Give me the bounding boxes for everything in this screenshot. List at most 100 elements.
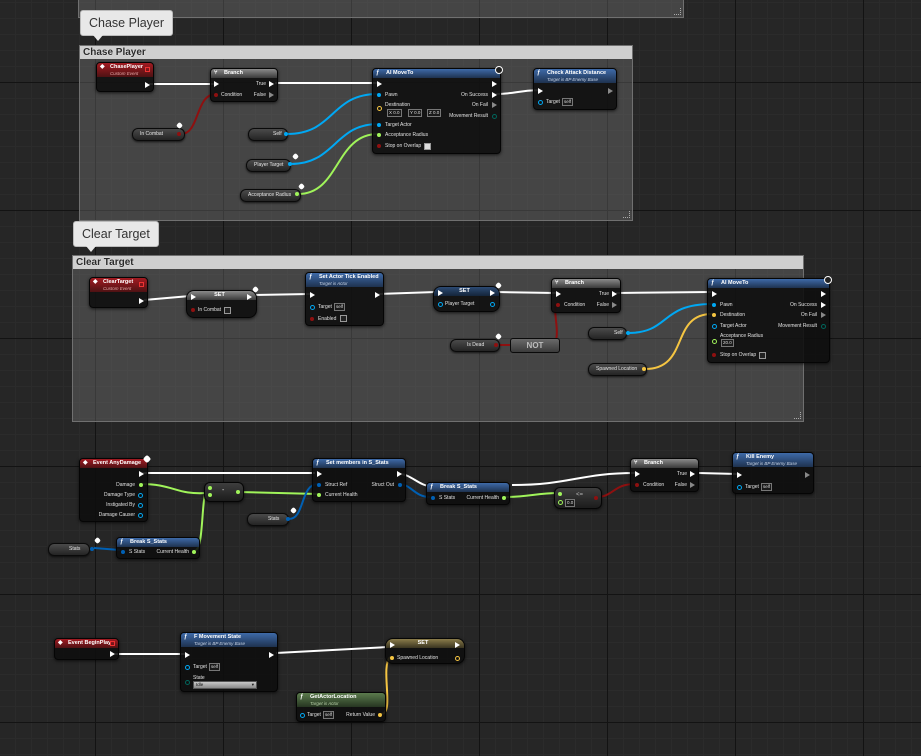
player-target-in-pin[interactable] [438,302,443,307]
node-branch-clear[interactable]: ⑂ Branch Condition True False [551,278,621,313]
enabled-checkbox[interactable] [340,315,347,322]
player-target-pin[interactable] [288,162,292,166]
is-dead-pin[interactable] [494,343,498,347]
target-pin[interactable] [185,665,190,670]
exec-out-pin[interactable] [490,290,495,296]
var-spawned-location[interactable]: Spawned Location [588,363,647,376]
node-subtract[interactable]: - [204,482,244,502]
var-stats-2[interactable]: Stats [247,513,289,526]
b-pin[interactable] [558,500,563,505]
s-stats-pin[interactable] [121,550,125,554]
destination-pin[interactable] [712,313,716,317]
destination-y-field[interactable]: Y 0.0 [408,109,423,117]
exec-in-pin[interactable] [737,472,742,478]
node-chaseplayer-event[interactable]: ◆ ChasePlayer Custom Event [96,62,154,92]
node-check-attack-distance[interactable]: ƒ Check Attack Distance Target is BP Enemy… [533,68,617,110]
target-pin[interactable] [300,713,305,718]
exec-out-pin[interactable] [805,472,810,478]
target-actor-pin[interactable] [712,324,717,329]
delegate-pin[interactable] [139,282,144,287]
stats-pin[interactable] [286,517,290,521]
node-set-members-stats[interactable]: ƒ Set members in S_Stats Struct Ref Struc… [312,458,406,502]
node-branch-chase[interactable]: ⑂ Branch Condition True False [210,68,278,102]
node-set-actor-tick-enabled[interactable]: ƒ Set Actor Tick Enabled Target is Actor T… [305,272,384,326]
struct-ref-pin[interactable] [317,483,321,487]
acceptance-radius-pin[interactable] [295,192,299,196]
target-actor-pin[interactable] [377,123,381,127]
node-get-actor-location[interactable]: ƒ GetActorLocation Target is Actor Target … [296,692,386,722]
var-player-target[interactable]: Player Target [246,159,291,172]
enabled-pin[interactable] [310,317,314,321]
node-break-stats-2[interactable]: ƒ Break S_Stats S Stats Current Health [426,482,510,505]
exec-in-pin[interactable] [191,294,196,300]
exec-in-pin[interactable] [538,88,543,94]
delegate-pin[interactable] [110,641,115,646]
acceptance-radius-field[interactable]: 20.0 [721,339,734,347]
condition-pin[interactable] [214,93,218,97]
target-pin[interactable] [310,305,315,310]
exec-in-pin[interactable] [438,290,443,296]
node-branch-damage[interactable]: ⑂ Branch Condition True False [630,458,699,492]
exec-out-pin[interactable] [397,471,402,477]
spawned-location-in-pin[interactable] [390,656,394,660]
damage-causer-pin[interactable] [138,513,143,518]
movement-result-pin[interactable] [492,114,497,119]
a-pin[interactable] [558,492,562,496]
true-exec-pin[interactable] [612,291,617,297]
node-event-begin-play[interactable]: ◆ Event BeginPlay [54,638,119,660]
exec-out-pin[interactable] [145,82,150,88]
node-set-player-target[interactable]: SET Player Target [433,281,503,312]
exec-in-pin[interactable] [556,291,561,297]
damage-type-pin[interactable] [138,493,143,498]
on-fail-pin[interactable] [492,102,497,108]
instigated-by-pin[interactable] [138,503,143,508]
target-self-field[interactable]: self [209,663,221,671]
target-self-field[interactable]: self [323,711,335,719]
var-is-dead[interactable]: Is Dead [450,339,500,352]
movement-result-pin[interactable] [821,324,826,329]
stop-overlap-pin[interactable] [377,144,381,148]
return-value-pin[interactable] [378,713,382,717]
node-compare-lte[interactable]: 0.0 <= [554,487,602,509]
false-exec-pin[interactable] [269,92,274,98]
stats-pin[interactable] [90,547,94,551]
damage-pin[interactable] [139,483,143,487]
var-stats-1[interactable]: Stats [48,543,90,556]
acceptance-radius-pin[interactable] [712,339,717,344]
current-health-pin[interactable] [192,550,196,554]
b-pin[interactable] [208,493,212,497]
self-pin[interactable] [284,132,288,136]
stop-overlap-checkbox[interactable] [759,352,766,359]
var-acceptance-radius[interactable]: Acceptance Radius [240,189,301,202]
exec-out-pin[interactable] [375,292,380,298]
true-exec-pin[interactable] [269,81,274,87]
exec-out-pin[interactable] [455,642,460,648]
delegate-pin[interactable] [145,67,150,72]
target-pin[interactable] [538,100,543,105]
self-pin[interactable] [626,331,630,335]
exec-in-pin[interactable] [712,291,717,297]
spawned-location-pin[interactable] [642,367,646,371]
current-health-pin[interactable] [502,496,506,500]
false-exec-pin[interactable] [690,482,695,488]
node-set-in-combat[interactable]: SET In Combat [186,285,260,318]
stop-overlap-pin[interactable] [712,353,716,357]
exec-in-pin[interactable] [317,471,322,477]
node-set-spawned-location[interactable]: SET Spawned Location [385,638,465,664]
node-event-any-damage[interactable]: ◆ Event AnyDamage Damage Damage Type Inst… [79,454,152,522]
target-pin[interactable] [737,485,742,490]
target-self-field[interactable]: self [334,303,346,311]
exec-out-pin[interactable] [139,298,144,304]
true-exec-pin[interactable] [690,471,695,477]
player-target-out-pin[interactable] [490,302,495,307]
exec-out-pin[interactable] [608,88,613,94]
condition-pin[interactable] [556,303,560,307]
on-success-pin[interactable] [821,302,826,308]
state-pin[interactable] [185,680,190,685]
exec-in-pin[interactable] [214,81,219,87]
on-fail-pin[interactable] [821,312,826,318]
current-health-pin[interactable] [317,493,321,497]
exec-out-pin[interactable] [269,652,274,658]
exec-in-pin[interactable] [310,292,315,298]
state-select[interactable]: Idle ▾ [193,681,257,689]
